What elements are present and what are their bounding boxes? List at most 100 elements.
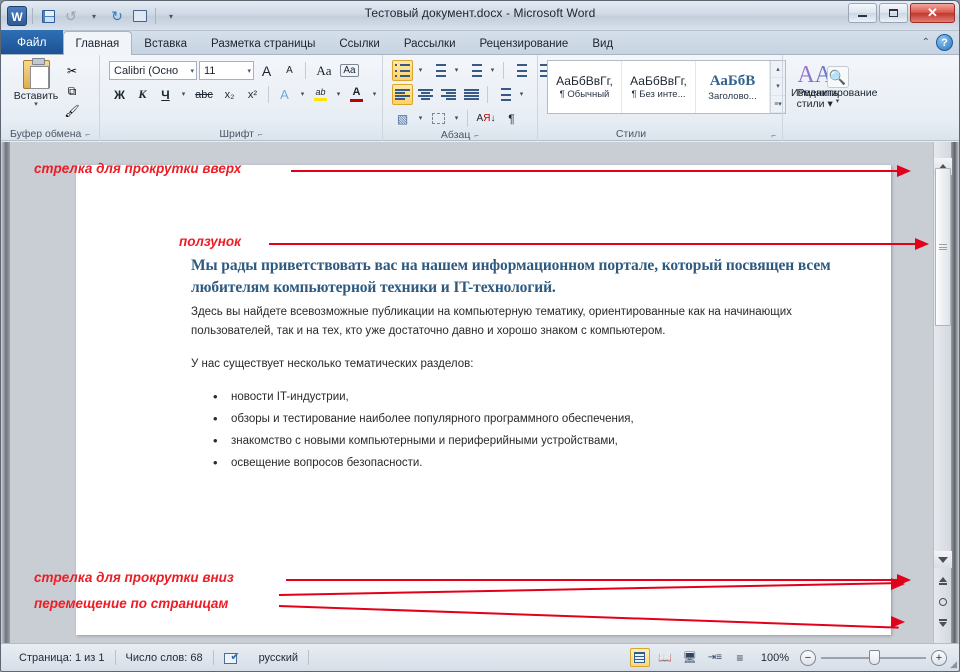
shrink-font-button[interactable]: A bbox=[279, 60, 300, 81]
bullets-dropdown[interactable]: ▾ bbox=[415, 60, 426, 81]
grow-font-button[interactable]: A bbox=[256, 60, 277, 81]
ribbon-group-styles: АаБбВвГг, ¶ Обычный АаБбВвГг, ¶ Без инте… bbox=[537, 55, 782, 141]
next-page-button[interactable] bbox=[934, 614, 952, 632]
line-spacing-button[interactable] bbox=[493, 84, 514, 105]
view-draft-button[interactable]: ≡ bbox=[730, 648, 750, 667]
document-body[interactable]: Мы рады приветствовать вас на нашем инфо… bbox=[191, 255, 851, 474]
multilevel-list-button[interactable] bbox=[464, 60, 485, 81]
zoom-percentage[interactable]: 100% bbox=[755, 652, 795, 664]
borders-button[interactable] bbox=[428, 108, 449, 129]
select-browse-object-button[interactable] bbox=[934, 593, 952, 611]
ribbon-group-paragraph: ▾ ▾ ▾ ▾ bbox=[382, 55, 537, 141]
scrollbar-thumb[interactable] bbox=[935, 168, 951, 326]
chevron-down-icon: ▾ bbox=[520, 92, 524, 98]
status-proofing[interactable] bbox=[214, 651, 249, 664]
text-effects-button[interactable]: A bbox=[274, 84, 295, 105]
superscript-button[interactable]: x² bbox=[242, 84, 263, 105]
bold-button[interactable]: Ж bbox=[109, 84, 130, 105]
maximize-button[interactable] bbox=[879, 3, 908, 23]
align-left-button[interactable] bbox=[392, 84, 413, 105]
font-color-button[interactable]: A bbox=[346, 84, 367, 105]
chevron-down-icon: ▾ bbox=[491, 68, 495, 74]
status-page-indicator[interactable]: Страница: 1 из 1 bbox=[9, 652, 115, 664]
minimize-button[interactable] bbox=[848, 3, 877, 23]
styles-gallery[interactable]: АаБбВвГг, ¶ Обычный АаБбВвГг, ¶ Без инте… bbox=[547, 60, 786, 114]
document-paragraph-1: Здесь вы найдете всевозможные публикации… bbox=[191, 303, 851, 341]
align-right-button[interactable] bbox=[438, 84, 459, 105]
italic-button[interactable]: К bbox=[132, 84, 153, 105]
view-web-layout-button[interactable]: 🖥 bbox=[680, 648, 700, 667]
underline-button[interactable]: Ч bbox=[155, 84, 176, 105]
show-marks-button[interactable]: ¶ bbox=[501, 108, 522, 129]
highlight-dropdown[interactable]: ▾ bbox=[333, 84, 344, 105]
underline-dropdown[interactable]: ▾ bbox=[178, 84, 189, 105]
text-effects-dropdown[interactable]: ▾ bbox=[297, 84, 308, 105]
cut-button[interactable]: ✂ bbox=[62, 62, 82, 80]
format-painter-button[interactable]: 🖌 bbox=[62, 102, 82, 120]
style-sample: АаБбВ bbox=[710, 73, 756, 90]
shading-dropdown[interactable]: ▾ bbox=[415, 108, 426, 129]
sort-button[interactable]: АЯ↓ bbox=[473, 108, 499, 129]
resize-grip-icon[interactable]: ◢ bbox=[950, 659, 957, 670]
status-page-label: Страница: 1 из 1 bbox=[19, 652, 105, 664]
font-size-combo[interactable]: 11 ▾ bbox=[199, 61, 254, 80]
shading-button[interactable]: ▧ bbox=[392, 108, 413, 129]
style-item-normal[interactable]: АаБбВвГг, ¶ Обычный bbox=[548, 61, 622, 113]
style-item-heading[interactable]: АаБбВ Заголово... bbox=[696, 61, 770, 113]
numbering-button[interactable] bbox=[428, 60, 449, 81]
zoom-slider-thumb[interactable] bbox=[869, 650, 880, 665]
annotation-thumb-label: ползунок bbox=[179, 234, 241, 249]
tab-file[interactable]: Файл bbox=[1, 30, 63, 54]
tab-review[interactable]: Рецензирование bbox=[468, 32, 581, 55]
highlight-button[interactable]: ab bbox=[310, 84, 331, 105]
align-left-icon bbox=[395, 89, 410, 100]
maximize-icon bbox=[889, 9, 898, 17]
paste-button[interactable]: Вставить ▾ bbox=[10, 60, 62, 108]
clipboard-group-label: Буфер обмена bbox=[10, 128, 81, 140]
tab-view[interactable]: Вид bbox=[580, 32, 625, 55]
tab-mailings[interactable]: Рассылки bbox=[392, 32, 468, 55]
line-spacing-dropdown[interactable]: ▾ bbox=[516, 84, 527, 105]
justify-button[interactable] bbox=[461, 84, 482, 105]
copy-button[interactable]: ⧉ bbox=[62, 82, 82, 100]
ribbon-group-clipboard: Вставить ▾ ✂ ⧉ 🖌 Буфер обмена ⌐ bbox=[1, 55, 99, 141]
status-language[interactable]: русский bbox=[249, 652, 308, 664]
borders-dropdown[interactable]: ▾ bbox=[451, 108, 462, 129]
style-item-no-spacing[interactable]: АаБбВвГг, ¶ Без инте... bbox=[622, 61, 696, 113]
tab-references[interactable]: Ссылки bbox=[327, 32, 392, 55]
vertical-scrollbar[interactable] bbox=[933, 142, 951, 643]
paragraph-dialog-launcher[interactable]: ⌐ bbox=[474, 131, 479, 140]
multilevel-dropdown[interactable]: ▾ bbox=[487, 60, 498, 81]
strikethrough-button[interactable]: abc bbox=[191, 84, 217, 105]
tab-insert[interactable]: Вставка bbox=[132, 32, 199, 55]
tab-page-layout[interactable]: Разметка страницы bbox=[199, 32, 327, 55]
font-dialog-launcher[interactable]: ⌐ bbox=[258, 130, 263, 139]
numbering-dropdown[interactable]: ▾ bbox=[451, 60, 462, 81]
underline-icon: Ч bbox=[161, 88, 169, 102]
clipboard-dialog-launcher[interactable]: ⌐ bbox=[85, 130, 90, 139]
zoom-in-button[interactable]: + bbox=[931, 650, 947, 666]
view-full-screen-reading-button[interactable]: 📖 bbox=[655, 648, 675, 667]
collapse-ribbon-icon[interactable]: ⌃ bbox=[922, 37, 930, 48]
align-center-button[interactable] bbox=[415, 84, 436, 105]
view-outline-button[interactable]: ⇥≡ bbox=[705, 648, 725, 667]
decrease-indent-button[interactable] bbox=[509, 60, 530, 81]
styles-dialog-launcher[interactable]: ⌐ bbox=[771, 131, 776, 140]
zoom-out-button[interactable]: − bbox=[800, 650, 816, 666]
tab-home[interactable]: Главная bbox=[63, 31, 133, 55]
scroll-down-button[interactable] bbox=[934, 551, 952, 568]
previous-page-button[interactable] bbox=[934, 572, 952, 590]
editing-button[interactable]: 🔍 Редактирование ▾ bbox=[788, 64, 887, 105]
zoom-slider-track[interactable] bbox=[821, 657, 926, 659]
font-name-combo[interactable]: Calibri (Осно ▾ bbox=[109, 61, 197, 80]
font-color-dropdown[interactable]: ▾ bbox=[369, 84, 380, 105]
close-button[interactable]: ✕ bbox=[910, 3, 955, 23]
subscript-button[interactable]: x₂ bbox=[219, 84, 240, 105]
change-case-button[interactable]: Aa bbox=[311, 60, 337, 81]
chevron-down-icon: ▾ bbox=[419, 116, 423, 122]
view-print-layout-button[interactable] bbox=[630, 648, 650, 667]
clear-formatting-button[interactable]: Aa bbox=[339, 60, 360, 81]
help-button[interactable]: ? bbox=[936, 34, 953, 51]
bullets-button[interactable] bbox=[392, 60, 413, 81]
status-word-count[interactable]: Число слов: 68 bbox=[116, 652, 213, 664]
